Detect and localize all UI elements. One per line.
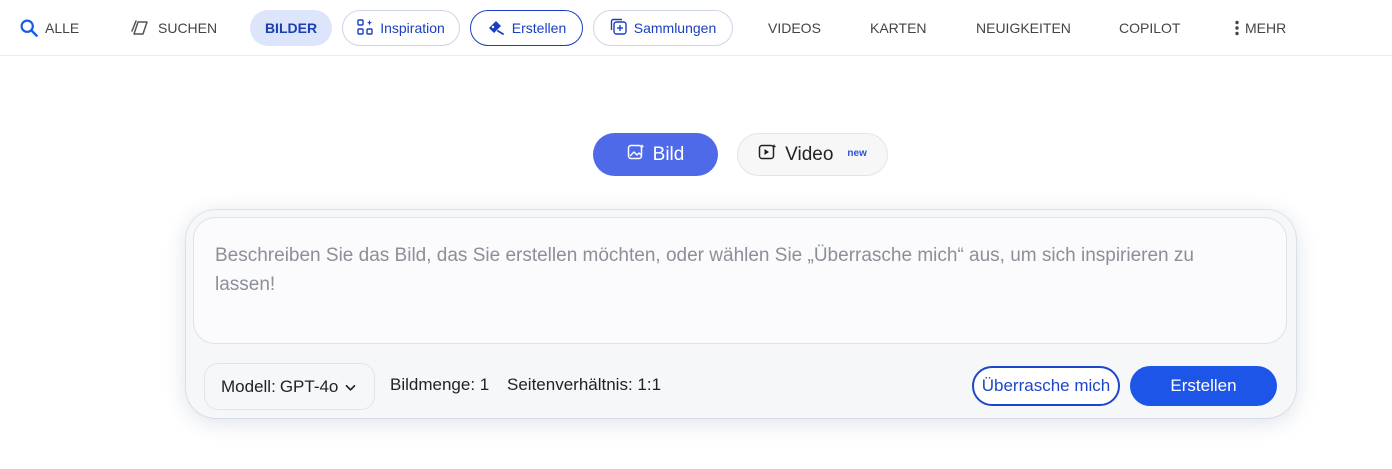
scrollbar[interactable]	[1377, 56, 1392, 469]
nav-all-label: Alle	[45, 20, 80, 36]
video-sparkle-icon	[758, 143, 777, 167]
nav-create[interactable]: Erstellen	[470, 10, 583, 46]
prompt-placeholder: Beschreiben Sie das Bild, das Sie erstel…	[215, 245, 1194, 295]
nav-collections[interactable]: Sammlungen	[593, 10, 733, 46]
image-sparkle-icon	[627, 143, 645, 167]
nav-more[interactable]: Mehr	[1234, 10, 1286, 46]
surprise-me-label: Überrasche mich	[981, 376, 1111, 395]
nav-all[interactable]: Alle	[20, 10, 79, 46]
brush-icon	[487, 19, 505, 38]
create-button[interactable]: Erstellen	[1130, 366, 1277, 406]
nav-collections-label: Sammlungen	[633, 20, 717, 36]
nav-news-label: Neuigkeiten	[976, 20, 1071, 36]
nav-search[interactable]: Suchen	[130, 10, 217, 46]
collection-add-icon	[610, 18, 627, 38]
create-label: Erstellen	[1170, 376, 1237, 395]
new-badge: new	[847, 148, 867, 159]
nav-videos[interactable]: Videos	[768, 10, 821, 46]
nav-create-label: Erstellen	[511, 20, 567, 36]
nav-copilot[interactable]: Copilot	[1119, 10, 1180, 46]
aspect-ratio[interactable]: Seitenverhältnis: 1:1	[507, 375, 661, 395]
nav-inspiration-label: Inspiration	[380, 20, 445, 36]
mode-image-button[interactable]: Bild	[593, 133, 718, 176]
nav-news[interactable]: Neuigkeiten	[976, 10, 1071, 46]
nav-more-label: Mehr	[1245, 20, 1287, 36]
model-value: GPT-4o	[279, 376, 339, 396]
model-selector[interactable]: Modell: GPT-4o	[204, 363, 375, 410]
prompt-input[interactable]: Beschreiben Sie das Bild, das Sie erstel…	[193, 217, 1287, 344]
nav-inspiration[interactable]: Inspiration	[342, 10, 460, 46]
mode-video-button[interactable]: Video new	[737, 133, 888, 176]
image-quantity[interactable]: Bildmenge: 1	[390, 375, 489, 395]
nav-images-label: Bilder	[264, 20, 318, 36]
nav-maps[interactable]: Karten	[870, 10, 927, 46]
nav-copilot-label: Copilot	[1119, 20, 1181, 36]
nav-maps-label: Karten	[870, 20, 927, 36]
copilot-search-icon	[130, 19, 151, 37]
nav-videos-label: Videos	[768, 20, 821, 36]
sparkle-grid-icon	[357, 18, 373, 38]
top-navigation: Alle Suchen Bilder Inspiration Erstellen…	[0, 0, 1392, 56]
mode-image-label: Bild	[652, 143, 685, 165]
image-creator-panel: Beschreiben Sie das Bild, das Sie erstel…	[186, 210, 1296, 418]
model-label: Modell:	[221, 376, 276, 396]
search-icon	[20, 19, 38, 37]
nav-images[interactable]: Bilder	[250, 10, 332, 46]
surprise-me-button[interactable]: Überrasche mich	[972, 366, 1120, 406]
mode-video-label: Video	[785, 143, 834, 165]
nav-search-label: Suchen	[158, 20, 218, 36]
chevron-down-icon	[345, 377, 356, 397]
kebab-menu-icon	[1234, 20, 1240, 36]
